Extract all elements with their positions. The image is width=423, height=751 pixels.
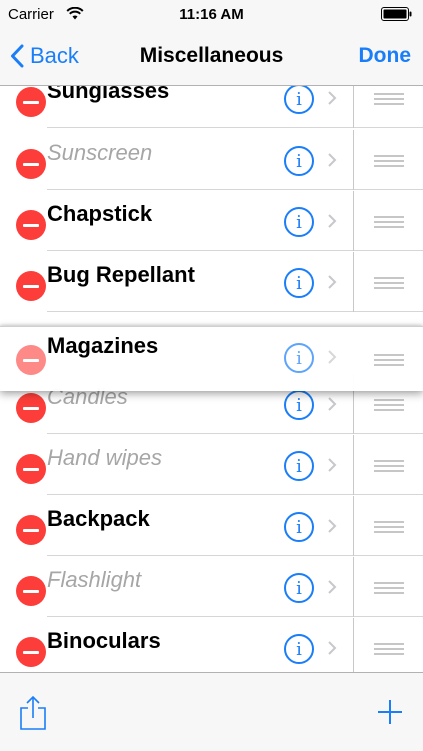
status-bar: Carrier 11:16 AM [0,0,423,28]
chevron-right-icon[interactable] [327,90,337,106]
delete-minus-icon[interactable] [16,454,46,484]
chevron-right-icon[interactable] [327,349,337,365]
row-separator [47,555,353,556]
info-icon[interactable]: i [284,86,314,114]
row-divider [353,496,354,556]
info-icon[interactable]: i [284,207,314,237]
reorder-grip-icon[interactable] [374,521,404,536]
battery-icon [381,7,413,26]
delete-minus-icon[interactable] [16,345,46,375]
list-item-label: Chapstick [47,201,153,226]
row-divider [353,86,354,128]
reorder-grip-icon[interactable] [374,643,404,658]
reorder-grip-icon[interactable] [374,354,404,369]
row-separator [47,494,353,495]
list-item[interactable]: Binoculars i [0,618,423,672]
chevron-right-icon[interactable] [327,457,337,473]
row-separator [47,311,353,312]
reorder-grip-icon[interactable] [374,277,404,292]
row-separator [354,127,423,128]
list-item[interactable]: Bug Repellant i [0,252,423,312]
row-divider [353,557,354,617]
row-separator [354,189,423,190]
chevron-right-icon[interactable] [327,640,337,656]
row-separator [354,494,423,495]
reorder-grip-icon[interactable] [374,155,404,170]
dragged-row[interactable]: Magazines i [0,326,423,391]
delete-minus-icon[interactable] [16,271,46,301]
done-button[interactable]: Done [359,44,412,68]
row-separator [354,311,423,312]
delete-minus-icon[interactable] [16,637,46,667]
row-divider [353,191,354,251]
delete-minus-icon[interactable] [16,576,46,606]
list-item[interactable]: Chapstick i [0,191,423,251]
delete-minus-icon[interactable] [16,210,46,240]
row-separator [354,616,423,617]
bottom-toolbar [0,672,423,751]
row-separator [354,555,423,556]
info-icon[interactable]: i [284,146,314,176]
reorder-grip-icon[interactable] [374,399,404,414]
plus-icon [378,700,402,724]
delete-minus-icon[interactable] [16,393,46,423]
list-item-label: Sunglasses [47,86,170,103]
info-icon[interactable]: i [284,343,314,373]
row-separator [47,250,353,251]
info-icon[interactable]: i [284,634,314,664]
list-item[interactable]: Backpack i [0,496,423,556]
list-item-label: Sunscreen [47,140,153,165]
navigation-bar: Back Miscellaneous Done [0,28,423,86]
chevron-right-icon[interactable] [327,152,337,168]
delete-minus-icon[interactable] [16,515,46,545]
row-divider [353,130,354,190]
chevron-right-icon[interactable] [327,396,337,412]
list-item-label: Hand wipes [47,445,162,470]
delete-minus-icon[interactable] [16,149,46,179]
reorder-grip-icon[interactable] [374,460,404,475]
list-item-label: Binoculars [47,628,161,653]
reorder-grip-icon[interactable] [374,216,404,231]
info-icon[interactable]: i [284,512,314,542]
info-icon[interactable]: i [284,268,314,298]
row-separator [354,250,423,251]
list-item[interactable]: Sunscreen i [0,130,423,190]
row-separator [354,433,423,434]
list-item-label: Backpack [47,506,150,531]
row-divider [353,435,354,495]
reorder-grip-icon[interactable] [374,582,404,597]
chevron-right-icon[interactable] [327,274,337,290]
reorder-grip-icon[interactable] [374,93,404,108]
list-item[interactable]: Sunglasses i [0,86,423,128]
share-icon [20,695,46,730]
list-item-label: Bug Repellant [47,262,195,287]
list-item[interactable]: Hand wipes i [0,435,423,495]
add-button[interactable] [377,699,403,730]
chevron-right-icon[interactable] [327,518,337,534]
share-button[interactable] [18,695,48,736]
chevron-right-icon[interactable] [327,579,337,595]
list-item-label: Flashlight [47,567,142,592]
row-divider [353,252,354,312]
row-separator [47,433,353,434]
info-icon[interactable]: i [284,451,314,481]
dragged-row-label: Magazines [47,333,159,358]
row-separator [47,189,353,190]
list-item[interactable]: Flashlight i [0,557,423,617]
chevron-right-icon[interactable] [327,213,337,229]
row-separator [47,616,353,617]
row-separator [47,127,353,128]
row-divider [353,618,354,672]
info-icon[interactable]: i [284,573,314,603]
info-icon[interactable]: i [284,390,314,420]
delete-minus-icon[interactable] [16,87,46,117]
clock-label: 11:16 AM [179,6,244,23]
